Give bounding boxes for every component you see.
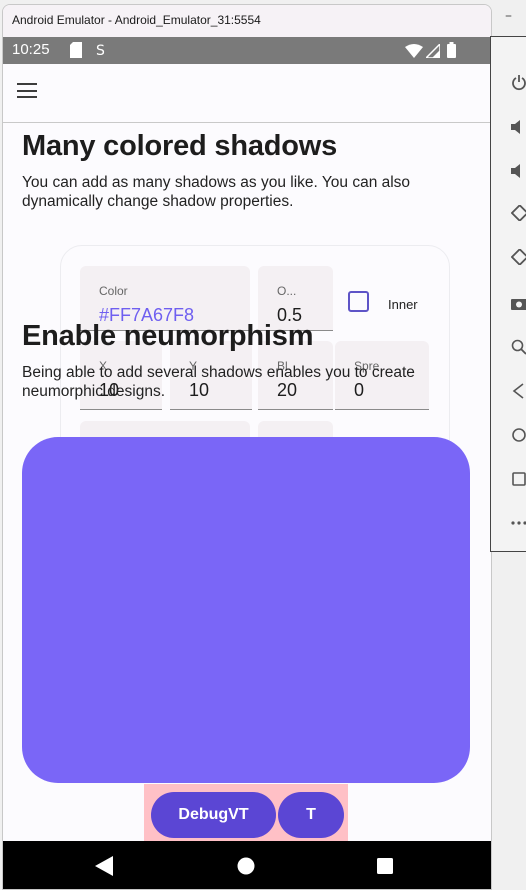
back-icon[interactable] (511, 383, 526, 399)
debugvt-button[interactable]: DebugVT (151, 792, 276, 838)
opacity-field-label: O... (277, 284, 297, 298)
shadow-preview-box (22, 437, 470, 783)
window-title: Android Emulator - Android_Emulator_31:5… (12, 13, 261, 27)
section-description-neumorphism: Being able to add several shadows enable… (22, 364, 415, 400)
more-icon[interactable] (511, 515, 526, 531)
camera-icon[interactable] (511, 295, 526, 311)
debug-toolbar: DebugVT T (144, 784, 348, 841)
section-title-shadows: Many colored shadows (22, 130, 338, 162)
color-field-label: Color (99, 284, 128, 298)
volume-down-icon[interactable] (511, 163, 526, 179)
zoom-icon[interactable] (511, 339, 526, 355)
sync-icon: S (96, 43, 105, 58)
wifi-icon (405, 44, 423, 58)
section-title-neumorphism: Enable neumorphism (22, 320, 314, 352)
overview-icon[interactable] (511, 471, 526, 487)
status-time: 10:25 (12, 41, 50, 58)
signal-icon (426, 44, 440, 58)
inner-checkbox[interactable] (348, 291, 369, 312)
home-icon[interactable] (511, 427, 526, 443)
power-icon[interactable] (511, 75, 526, 91)
scroll-content[interactable]: Many colored shadows You can add as many… (3, 123, 491, 841)
battery-icon (447, 42, 456, 58)
menu-icon[interactable] (17, 83, 37, 98)
volume-up-icon[interactable] (511, 119, 526, 135)
navigation-bar (3, 841, 491, 889)
emulator-window: Android Emulator - Android_Emulator_31:5… (2, 4, 492, 890)
emulator-controls-panel (490, 36, 526, 552)
window-titlebar: Android Emulator - Android_Emulator_31:5… (3, 5, 491, 37)
svg-text:S: S (96, 43, 105, 58)
sd-card-icon (70, 42, 82, 58)
app-bar (3, 64, 491, 123)
inner-label: Inner (388, 297, 418, 312)
t-button[interactable]: T (278, 792, 344, 838)
rotate-right-icon[interactable] (511, 249, 526, 265)
section-description-shadows: You can add as many shadows as you like.… (22, 174, 411, 210)
back-icon[interactable] (95, 856, 113, 876)
minimize-icon[interactable]: – (494, 6, 526, 34)
recents-icon[interactable] (377, 858, 393, 874)
rotate-left-icon[interactable] (511, 205, 526, 221)
status-bar: 10:25 S (3, 37, 491, 64)
home-icon[interactable] (237, 857, 255, 875)
